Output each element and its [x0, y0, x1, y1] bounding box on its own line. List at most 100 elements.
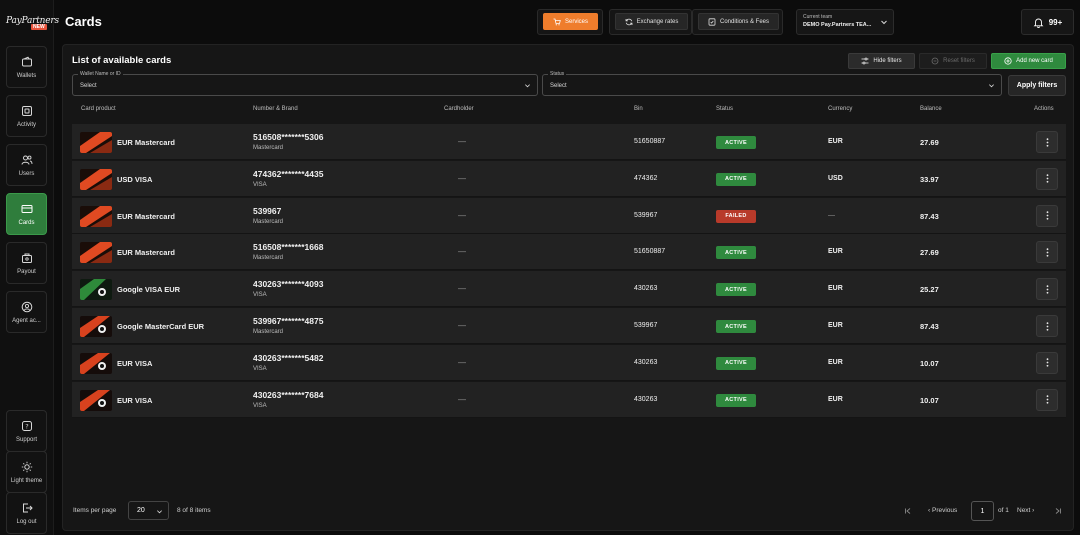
card-bin: 430263 — [634, 358, 658, 366]
row-actions-button[interactable] — [1036, 131, 1058, 153]
bell-icon — [1033, 18, 1044, 28]
row-actions-button[interactable] — [1036, 388, 1058, 411]
table-row[interactable]: USD VISA 474362*******4435 VISA — 474362 ACTI… — [72, 160, 1066, 197]
row-actions-button[interactable] — [1036, 167, 1058, 190]
column-header-status: Status — [716, 106, 734, 112]
status-badge: ACTIVE — [716, 393, 756, 407]
card-number: 516508*******5306 — [253, 132, 324, 142]
app-logo[interactable]: PayPartners NEW — [6, 10, 59, 34]
chevron-down-icon — [157, 510, 162, 514]
sidebar-item-cards[interactable]: Cards — [6, 193, 47, 235]
conditions-fees-label: Conditions & Fees — [719, 18, 770, 25]
sidebar-item-activity[interactable]: Activity — [6, 95, 47, 137]
card-product: EUR VISA — [117, 358, 153, 368]
card-brand: Mastercard — [253, 145, 284, 151]
sidebar-item-label: Payout — [17, 268, 36, 275]
card-thumbnail — [80, 132, 112, 153]
wallet-filter-select[interactable]: Wallet Name or ID Select — [72, 71, 538, 96]
card-thumbnail — [80, 389, 112, 411]
users-icon — [21, 155, 32, 165]
card-brand: Mastercard — [253, 218, 284, 225]
card-number: 516508*******1668 — [253, 242, 324, 253]
sidebar-item-payout[interactable]: Payout — [6, 242, 47, 284]
row-actions-button[interactable] — [1036, 204, 1058, 227]
card-currency: EUR — [828, 358, 843, 366]
card-brand: VISA — [253, 402, 267, 409]
status-filter-label: Status — [548, 71, 567, 77]
previous-page-button[interactable]: ‹ Previous — [928, 507, 957, 514]
card-currency: EUR — [828, 248, 843, 256]
more-vertical-icon — [1046, 211, 1048, 220]
exchange-rates-button[interactable]: Exchange rates — [615, 13, 688, 30]
page-total: of 1 — [998, 507, 1009, 514]
last-page-icon[interactable] — [1054, 507, 1062, 515]
reset-filters-button[interactable]: Reset filters — [919, 53, 987, 69]
next-page-button[interactable]: Next › — [1017, 507, 1034, 514]
add-new-card-button[interactable]: Add new card — [991, 53, 1066, 69]
team-selector[interactable]: Current team DEMO Pay.Partners TEA... — [796, 9, 894, 35]
card-balance: 27.69 — [920, 138, 939, 147]
first-page-icon[interactable] — [904, 507, 912, 515]
sidebar-item-agent[interactable]: Agent ac... — [6, 291, 47, 333]
notifications-button[interactable]: 99+ — [1021, 9, 1074, 35]
items-per-page-label: Items per page — [73, 507, 117, 514]
table-row[interactable]: EUR Mastercard 516508*******1668 Mastercar… — [72, 234, 1066, 271]
sidebar-item-label: Wallets — [16, 72, 37, 79]
sidebar-item-wallets[interactable]: Wallets — [6, 46, 47, 88]
sidebar-item-users[interactable]: Users — [6, 144, 47, 186]
column-header-card-product: Card product — [81, 106, 116, 112]
cardholder: — — [458, 210, 466, 220]
card-thumbnail — [80, 316, 112, 337]
table-row[interactable]: EUR Mastercard 539967 Mastercard — 539967 FAI… — [72, 197, 1066, 234]
chevron-down-icon — [881, 20, 887, 25]
sidebar-item-support[interactable]: ? Support — [6, 410, 47, 452]
svg-text:?: ? — [25, 422, 28, 430]
row-actions-button[interactable] — [1036, 278, 1058, 301]
services-button[interactable]: Services — [543, 13, 598, 30]
activity-icon — [21, 105, 32, 116]
card-number: 430263*******4093 — [253, 279, 324, 290]
card-balance: 10.07 — [920, 395, 939, 405]
chevron-down-icon — [989, 84, 994, 88]
cards-panel: List of available cards Hide filters Res… — [62, 44, 1074, 531]
sidebar-item-logout[interactable]: Log out — [6, 492, 47, 534]
sidebar-item-label: Agent ac... — [12, 317, 41, 324]
sidebar-item-label: Light theme — [10, 477, 43, 484]
sidebar-item-light-theme[interactable]: Light theme — [6, 451, 47, 493]
card-thumbnail — [80, 242, 112, 264]
table-row[interactable]: EUR VISA 430263*******7684 VISA — 430263 ACTI… — [72, 381, 1066, 418]
row-actions-button[interactable] — [1036, 351, 1058, 374]
conditions-fees-button[interactable]: Conditions & Fees — [698, 13, 779, 30]
card-thumbnail — [80, 168, 112, 190]
sun-icon — [21, 461, 32, 472]
chevron-right-icon: › — [1030, 507, 1035, 514]
page-number-input[interactable]: 1 — [971, 501, 994, 521]
items-per-page-select[interactable]: 20 — [128, 501, 169, 520]
apply-filters-button[interactable]: Apply filters — [1008, 75, 1066, 96]
card-bin: 474362 — [634, 174, 658, 182]
card-currency: USD — [828, 174, 843, 182]
table-row[interactable]: EUR VISA 430263*******5482 VISA — 430263 ACTI… — [72, 344, 1066, 381]
chevron-down-icon — [525, 84, 530, 88]
card-balance: 87.43 — [920, 322, 939, 331]
card-bin: 430263 — [634, 395, 658, 403]
row-actions-button[interactable] — [1036, 241, 1058, 264]
row-actions-button[interactable] — [1036, 315, 1058, 337]
table-row[interactable]: Google VISA EUR 430263*******4093 VISA — 430… — [72, 271, 1066, 308]
card-product: Google MasterCard EUR — [117, 322, 205, 331]
sliders-icon — [861, 57, 869, 65]
hide-filters-button[interactable]: Hide filters — [848, 53, 915, 69]
status-badge: ACTIVE — [716, 246, 756, 260]
card-currency: EUR — [828, 322, 843, 329]
more-vertical-icon — [1046, 137, 1048, 147]
card-number: 539967 — [253, 205, 282, 216]
table-row[interactable]: EUR Mastercard 516508*******5306 Mastercar… — [72, 124, 1066, 160]
agent-icon — [21, 301, 32, 312]
sidebar-item-label: Cards — [18, 219, 35, 226]
card-number: 430263*******5482 — [253, 352, 324, 363]
card-product: USD VISA — [117, 174, 153, 184]
table-row[interactable]: Google MasterCard EUR 539967*******4875 Ma… — [72, 308, 1066, 344]
cardholder: — — [458, 394, 466, 404]
card-brand: VISA — [253, 181, 267, 188]
status-filter-select[interactable]: Status Select — [542, 71, 1002, 96]
